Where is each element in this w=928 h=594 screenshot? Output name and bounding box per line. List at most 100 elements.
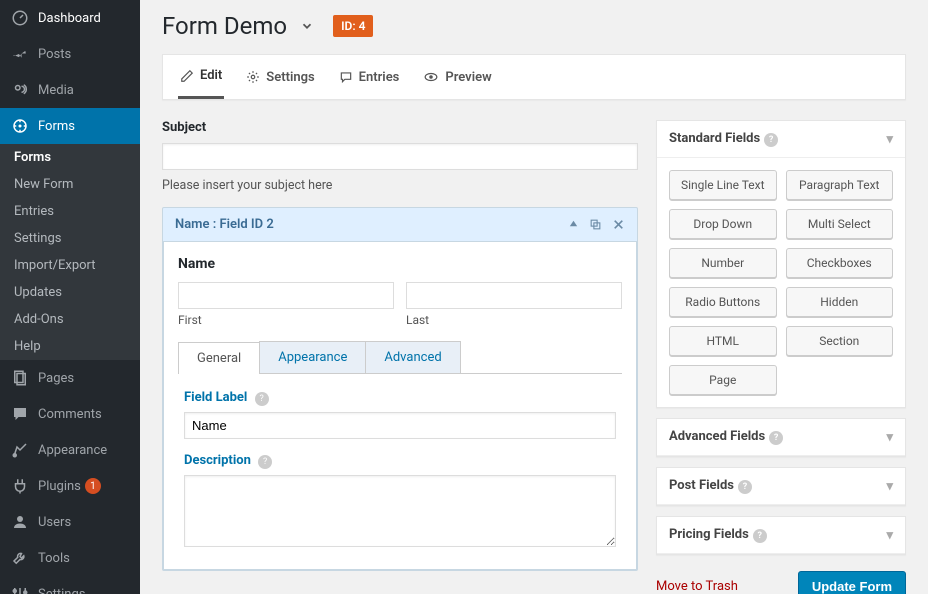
tab-settings[interactable]: Settings [244, 55, 316, 99]
sidebar-item-label: Posts [38, 47, 71, 62]
field-type-single-line-text[interactable]: Single Line Text [669, 170, 777, 200]
caret-down-icon[interactable]: ▾ [886, 479, 893, 494]
field-type-drop-down[interactable]: Drop Down [669, 209, 777, 239]
name-field-block: Name : Field ID 2 Name First [162, 207, 638, 571]
panel-header[interactable]: Advanced Fields? ▾ [657, 419, 905, 456]
tab-label: Preview [445, 70, 491, 85]
sidebar-item-settings[interactable]: Settings [0, 576, 140, 594]
field-label-title: Field Label [184, 390, 247, 405]
sidebar-item-users[interactable]: Users [0, 504, 140, 540]
field-type-html[interactable]: HTML [669, 326, 777, 356]
sidebar-item-posts[interactable]: Posts [0, 36, 140, 72]
field-type-radio-buttons[interactable]: Radio Buttons [669, 287, 777, 317]
caret-down-icon[interactable]: ▾ [886, 132, 893, 147]
help-icon[interactable]: ? [769, 431, 783, 445]
sidebar-item-plugins[interactable]: Plugins1 [0, 468, 140, 504]
help-icon[interactable]: ? [255, 392, 269, 406]
sub-tab-general[interactable]: General [178, 342, 260, 374]
chevron-down-icon[interactable] [299, 18, 315, 34]
sidebar-item-tools[interactable]: Tools [0, 540, 140, 576]
field-type-multi-select[interactable]: Multi Select [786, 209, 894, 239]
field-label-input[interactable] [184, 412, 616, 439]
subject-label: Subject [162, 120, 638, 135]
caret-down-icon[interactable]: ▾ [886, 430, 893, 445]
tab-label: Edit [200, 68, 222, 83]
first-sublabel: First [178, 313, 394, 327]
field-sub-tabs: GeneralAppearanceAdvanced [178, 341, 622, 374]
dashboard-icon [10, 8, 30, 28]
subject-hint: Please insert your subject here [162, 178, 638, 193]
appearance-icon [10, 440, 30, 460]
submenu-item-updates[interactable]: Updates [0, 279, 140, 306]
eye-icon [423, 70, 439, 84]
name-label: Name [178, 256, 622, 272]
field-type-page[interactable]: Page [669, 365, 777, 395]
help-icon[interactable]: ? [753, 529, 767, 543]
sidebar-item-pages[interactable]: Pages [0, 360, 140, 396]
sidebar-item-comments[interactable]: Comments [0, 396, 140, 432]
last-sublabel: Last [406, 313, 622, 327]
panel-header[interactable]: Pricing Fields? ▾ [657, 517, 905, 554]
tab-bar: Edit Settings Entries Preview [162, 54, 906, 100]
tab-edit[interactable]: Edit [178, 55, 224, 99]
submenu-item-add-ons[interactable]: Add-Ons [0, 306, 140, 333]
sidebar-item-media[interactable]: Media [0, 72, 140, 108]
panel-advanced-fields: Advanced Fields? ▾ [656, 418, 906, 457]
field-type-section[interactable]: Section [786, 326, 894, 356]
tab-label: Entries [359, 70, 400, 85]
subject-input[interactable] [162, 143, 638, 170]
help-icon[interactable]: ? [764, 133, 778, 147]
field-type-checkboxes[interactable]: Checkboxes [786, 248, 894, 278]
sidebar-item-forms[interactable]: Forms [0, 108, 140, 144]
submenu-item-forms[interactable]: Forms [0, 144, 140, 171]
caret-down-icon[interactable]: ▾ [886, 528, 893, 543]
sidebar-item-label: Media [38, 83, 74, 98]
pin-icon [10, 44, 30, 64]
help-icon[interactable]: ? [258, 455, 272, 469]
update-form-button[interactable]: Update Form [798, 571, 906, 594]
edit-icon [180, 69, 194, 83]
page-header: Form Demo ID: 4 [162, 12, 906, 40]
close-icon[interactable] [612, 218, 625, 231]
badge: 1 [85, 478, 101, 494]
submenu-item-help[interactable]: Help [0, 333, 140, 360]
sidebar-item-label: Tools [38, 551, 70, 566]
field-type-paragraph-text[interactable]: Paragraph Text [786, 170, 894, 200]
panel-header[interactable]: Post Fields?▾ [657, 468, 905, 505]
sub-tab-advanced[interactable]: Advanced [365, 341, 460, 373]
sidebar-item-label: Comments [38, 407, 102, 422]
sidebar-item-dashboard[interactable]: Dashboard [0, 0, 140, 36]
description-title: Description [184, 453, 251, 468]
field-type-hidden[interactable]: Hidden [786, 287, 894, 317]
panel-title: Standard Fields [669, 131, 760, 146]
submenu-item-settings[interactable]: Settings [0, 225, 140, 252]
move-to-trash-link[interactable]: Move to Trash [656, 579, 738, 594]
last-name-input[interactable] [406, 282, 622, 309]
help-icon[interactable]: ? [738, 480, 752, 494]
submenu-item-entries[interactable]: Entries [0, 198, 140, 225]
tab-label: Settings [266, 70, 314, 85]
first-name-input[interactable] [178, 282, 394, 309]
comment-icon [10, 404, 30, 424]
tab-preview[interactable]: Preview [421, 55, 493, 99]
sidebar-item-label: Pages [38, 371, 74, 386]
collapse-icon[interactable] [568, 218, 579, 231]
main-content: Form Demo ID: 4 Edit Settings Entries Previ… [140, 0, 928, 594]
tab-entries[interactable]: Entries [337, 55, 402, 99]
panel-post-fields: Post Fields?▾ [656, 467, 906, 506]
submenu-item-new-form[interactable]: New Form [0, 171, 140, 198]
panel-title: Advanced Fields [669, 429, 765, 444]
description-textarea[interactable] [184, 475, 616, 547]
duplicate-icon[interactable] [589, 218, 602, 231]
sidebar-item-label: Forms [38, 119, 75, 134]
submenu-item-import-export[interactable]: Import/Export [0, 252, 140, 279]
field-type-number[interactable]: Number [669, 248, 777, 278]
panel-header[interactable]: Standard Fields? ▾ [657, 121, 905, 158]
sub-tab-appearance[interactable]: Appearance [259, 341, 366, 373]
admin-sidebar: DashboardPostsMediaFormsFormsNew FormEnt… [0, 0, 140, 594]
tools-icon [10, 548, 30, 568]
bubble-icon [339, 70, 353, 84]
sidebar-item-label: Appearance [38, 443, 107, 458]
sidebar-item-appearance[interactable]: Appearance [0, 432, 140, 468]
panel-title: Pricing Fields [669, 527, 749, 542]
